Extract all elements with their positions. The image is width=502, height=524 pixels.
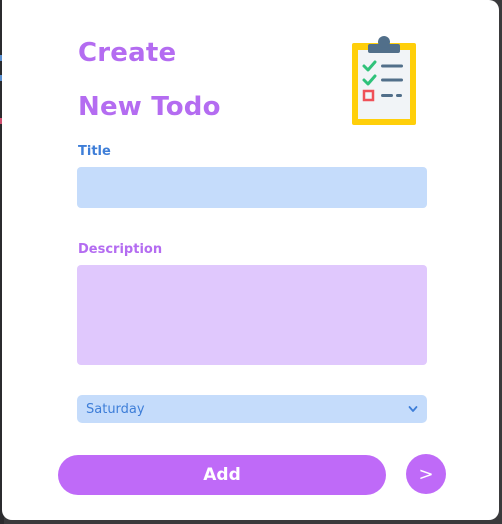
chevron-down-icon — [408, 406, 418, 412]
page-title-line1: Create — [78, 38, 177, 68]
clipboard-checklist-icon — [352, 36, 416, 125]
description-textarea[interactable] — [77, 265, 427, 365]
title-input[interactable] — [77, 167, 427, 208]
add-button[interactable]: Add — [58, 455, 386, 495]
page-title-line2: New Todo — [78, 92, 221, 122]
title-label: Title — [78, 144, 111, 159]
create-todo-card: Create New Todo Title Description Saturd… — [2, 0, 499, 520]
next-button[interactable]: > — [406, 454, 446, 494]
description-label: Description — [78, 242, 163, 257]
day-select[interactable]: Saturday — [77, 395, 427, 423]
day-select-value: Saturday — [86, 401, 145, 417]
